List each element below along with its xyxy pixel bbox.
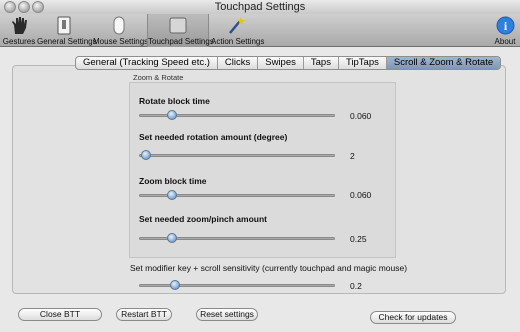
info-icon: i: [496, 16, 514, 35]
rotate-block-time-label: Rotate block time: [139, 96, 210, 106]
zoom-pinch-amount-label: Set needed zoom/pinch amount: [139, 214, 267, 224]
toolbar-item-mouse-settings[interactable]: Mouse Settings: [93, 14, 148, 47]
minimize-window-button[interactable]: [18, 1, 30, 13]
rotation-amount-slider[interactable]: [139, 154, 335, 157]
restart-btt-button[interactable]: Restart BTT: [116, 308, 172, 321]
modifier-scroll-sensitivity-slider[interactable]: [139, 284, 335, 287]
zoom-pinch-amount-slider-knob[interactable]: [166, 233, 177, 243]
tab-taps[interactable]: Taps: [304, 57, 339, 69]
rotation-amount-slider-knob[interactable]: [141, 150, 151, 160]
zoom-block-time-value: 0.060: [350, 190, 372, 200]
wand-icon: [229, 17, 245, 34]
close-window-button[interactable]: [4, 1, 16, 13]
zoom-block-time-slider-knob[interactable]: [166, 190, 177, 200]
tab-swipes[interactable]: Swipes: [258, 57, 304, 69]
toolbar-item-action-settings[interactable]: Action Settings: [211, 14, 264, 47]
modifier-scroll-sensitivity-value: 0.2: [350, 281, 362, 291]
group-title: Zoom & Rotate: [133, 73, 184, 82]
toolbar-item-general-settings[interactable]: General Settings: [37, 14, 97, 47]
toolbar-item-touchpad-settings[interactable]: Touchpad Settings: [147, 14, 214, 47]
toolbar-item-about[interactable]: i About: [492, 14, 518, 47]
zoom-block-time-label: Zoom block time: [139, 176, 207, 186]
switch-icon: [57, 16, 71, 35]
zoom-rotate-group: [129, 82, 396, 258]
close-btt-button[interactable]: Close BTT: [18, 308, 102, 321]
hand-icon: [12, 17, 27, 34]
rotation-amount-value: 2: [350, 151, 355, 161]
window-title: Touchpad Settings: [214, 1, 306, 13]
zoom-pinch-amount-value: 0.25: [350, 234, 367, 244]
rotate-block-time-slider-knob[interactable]: [166, 110, 177, 120]
tab-tiptaps[interactable]: TipTaps: [339, 57, 387, 69]
tab-general[interactable]: General (Tracking Speed etc.): [76, 57, 218, 69]
rotate-block-time-value: 0.060: [350, 111, 372, 121]
zoom-window-button[interactable]: [32, 1, 44, 13]
reset-settings-button[interactable]: Reset settings: [196, 308, 258, 321]
title-bar: Touchpad Settings: [0, 0, 520, 14]
tab-clicks[interactable]: Clicks: [218, 57, 259, 69]
mouse-icon: [113, 16, 125, 35]
toolbar-item-gestures[interactable]: Gestures: [2, 14, 36, 47]
touchpad-icon: [169, 17, 187, 34]
tab-bar: General (Tracking Speed etc.) Clicks Swi…: [75, 56, 502, 70]
toolbar: Gestures General Settings Mouse Settings…: [0, 14, 520, 47]
tab-scroll-zoom-rotate[interactable]: Scroll & Zoom & Rotate: [386, 57, 501, 69]
modifier-scroll-sensitivity-label: Set modifier key + scroll sensitivity (c…: [130, 263, 408, 273]
rotation-amount-label: Set needed rotation amount (degree): [139, 132, 288, 142]
check-for-updates-button[interactable]: Check for updates: [370, 311, 456, 324]
